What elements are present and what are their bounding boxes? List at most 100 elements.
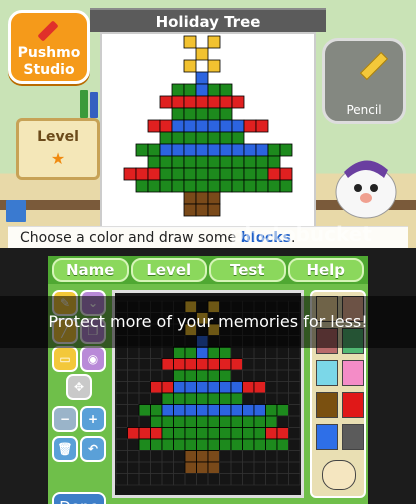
block-cell[interactable] (230, 358, 243, 371)
color-swatch[interactable] (316, 424, 338, 450)
palette-icon[interactable] (322, 460, 356, 490)
block-cell[interactable] (219, 427, 232, 440)
block-cell[interactable] (242, 381, 255, 394)
block-cell[interactable] (184, 427, 197, 440)
tab-help[interactable]: Help (287, 258, 364, 282)
block-cell[interactable] (219, 369, 232, 382)
block-cell[interactable] (207, 358, 220, 371)
block-cell[interactable] (207, 404, 220, 417)
eyedropper-tool-button[interactable]: ◉ (80, 346, 106, 372)
block-cell[interactable] (196, 450, 209, 463)
block-cell[interactable] (184, 438, 197, 451)
trash-button[interactable]: 🗑 (52, 436, 78, 462)
block-cell[interactable] (161, 358, 174, 371)
block-cell[interactable] (276, 427, 289, 440)
color-swatch[interactable] (316, 392, 338, 418)
block-cell[interactable] (230, 381, 243, 394)
block-cell[interactable] (184, 381, 197, 394)
block-cell[interactable] (253, 427, 266, 440)
color-swatch[interactable] (316, 360, 338, 386)
block-cell[interactable] (173, 415, 186, 428)
block-cell[interactable] (230, 415, 243, 428)
block-cell[interactable] (173, 392, 186, 405)
block-cell[interactable] (161, 438, 174, 451)
block-cell[interactable] (276, 404, 289, 417)
block-cell[interactable] (184, 392, 197, 405)
block-cell[interactable] (219, 415, 232, 428)
block-cell[interactable] (253, 381, 266, 394)
block-cell[interactable] (196, 381, 209, 394)
block-cell[interactable] (253, 415, 266, 428)
block-cell[interactable] (173, 369, 186, 382)
block-cell[interactable] (161, 415, 174, 428)
color-swatch[interactable] (342, 424, 364, 450)
block-cell[interactable] (230, 438, 243, 451)
block-cell[interactable] (173, 438, 186, 451)
block-cell[interactable] (242, 427, 255, 440)
block-cell[interactable] (253, 438, 266, 451)
block-cell[interactable] (196, 358, 209, 371)
block-cell[interactable] (196, 404, 209, 417)
block-cell[interactable] (184, 346, 197, 359)
block-cell[interactable] (207, 392, 220, 405)
block-cell[interactable] (173, 404, 186, 417)
block-cell[interactable] (230, 404, 243, 417)
block-cell[interactable] (138, 438, 151, 451)
block-cell[interactable] (173, 358, 186, 371)
block-cell[interactable] (253, 404, 266, 417)
block-cell[interactable] (161, 381, 174, 394)
block-cell[interactable] (219, 358, 232, 371)
tab-level[interactable]: Level (130, 258, 207, 282)
block-cell[interactable] (161, 427, 174, 440)
block-cell[interactable] (265, 404, 278, 417)
block-cell[interactable] (230, 427, 243, 440)
block-cell[interactable] (196, 461, 209, 474)
block-cell[interactable] (184, 404, 197, 417)
block-cell[interactable] (127, 427, 140, 440)
color-swatch[interactable] (342, 392, 364, 418)
block-cell[interactable] (150, 381, 163, 394)
block-cell[interactable] (196, 392, 209, 405)
block-cell[interactable] (242, 404, 255, 417)
block-cell[interactable] (265, 415, 278, 428)
block-cell[interactable] (138, 427, 151, 440)
block-cell[interactable] (242, 438, 255, 451)
zoom-in-button[interactable]: + (80, 406, 106, 432)
block-cell[interactable] (184, 461, 197, 474)
block-cell[interactable] (276, 438, 289, 451)
tab-name[interactable]: Name (52, 258, 129, 282)
color-swatch[interactable] (342, 360, 364, 386)
block-cell[interactable] (184, 369, 197, 382)
block-cell[interactable] (219, 404, 232, 417)
done-button[interactable]: Done (52, 492, 106, 504)
block-cell[interactable] (150, 415, 163, 428)
block-cell[interactable] (161, 404, 174, 417)
block-cell[interactable] (196, 415, 209, 428)
block-cell[interactable] (150, 427, 163, 440)
block-cell[interactable] (219, 438, 232, 451)
zoom-out-button[interactable]: − (52, 406, 78, 432)
block-cell[interactable] (219, 381, 232, 394)
eraser-tool-button[interactable]: ▭ (52, 346, 78, 372)
block-cell[interactable] (150, 438, 163, 451)
block-cell[interactable] (207, 427, 220, 440)
block-cell[interactable] (184, 415, 197, 428)
block-cell[interactable] (230, 392, 243, 405)
block-cell[interactable] (138, 404, 151, 417)
block-cell[interactable] (184, 358, 197, 371)
block-cell[interactable] (207, 381, 220, 394)
tab-test[interactable]: Test (209, 258, 286, 282)
block-cell[interactable] (161, 392, 174, 405)
undo-button[interactable]: ↶ (80, 436, 106, 462)
block-cell[interactable] (196, 427, 209, 440)
block-cell[interactable] (150, 404, 163, 417)
block-cell[interactable] (219, 392, 232, 405)
block-cell[interactable] (173, 346, 186, 359)
block-cell[interactable] (265, 438, 278, 451)
block-cell[interactable] (207, 461, 220, 474)
block-cell[interactable] (173, 381, 186, 394)
block-cell[interactable] (207, 369, 220, 382)
block-cell[interactable] (265, 427, 278, 440)
block-cell[interactable] (219, 346, 232, 359)
block-cell[interactable] (207, 438, 220, 451)
